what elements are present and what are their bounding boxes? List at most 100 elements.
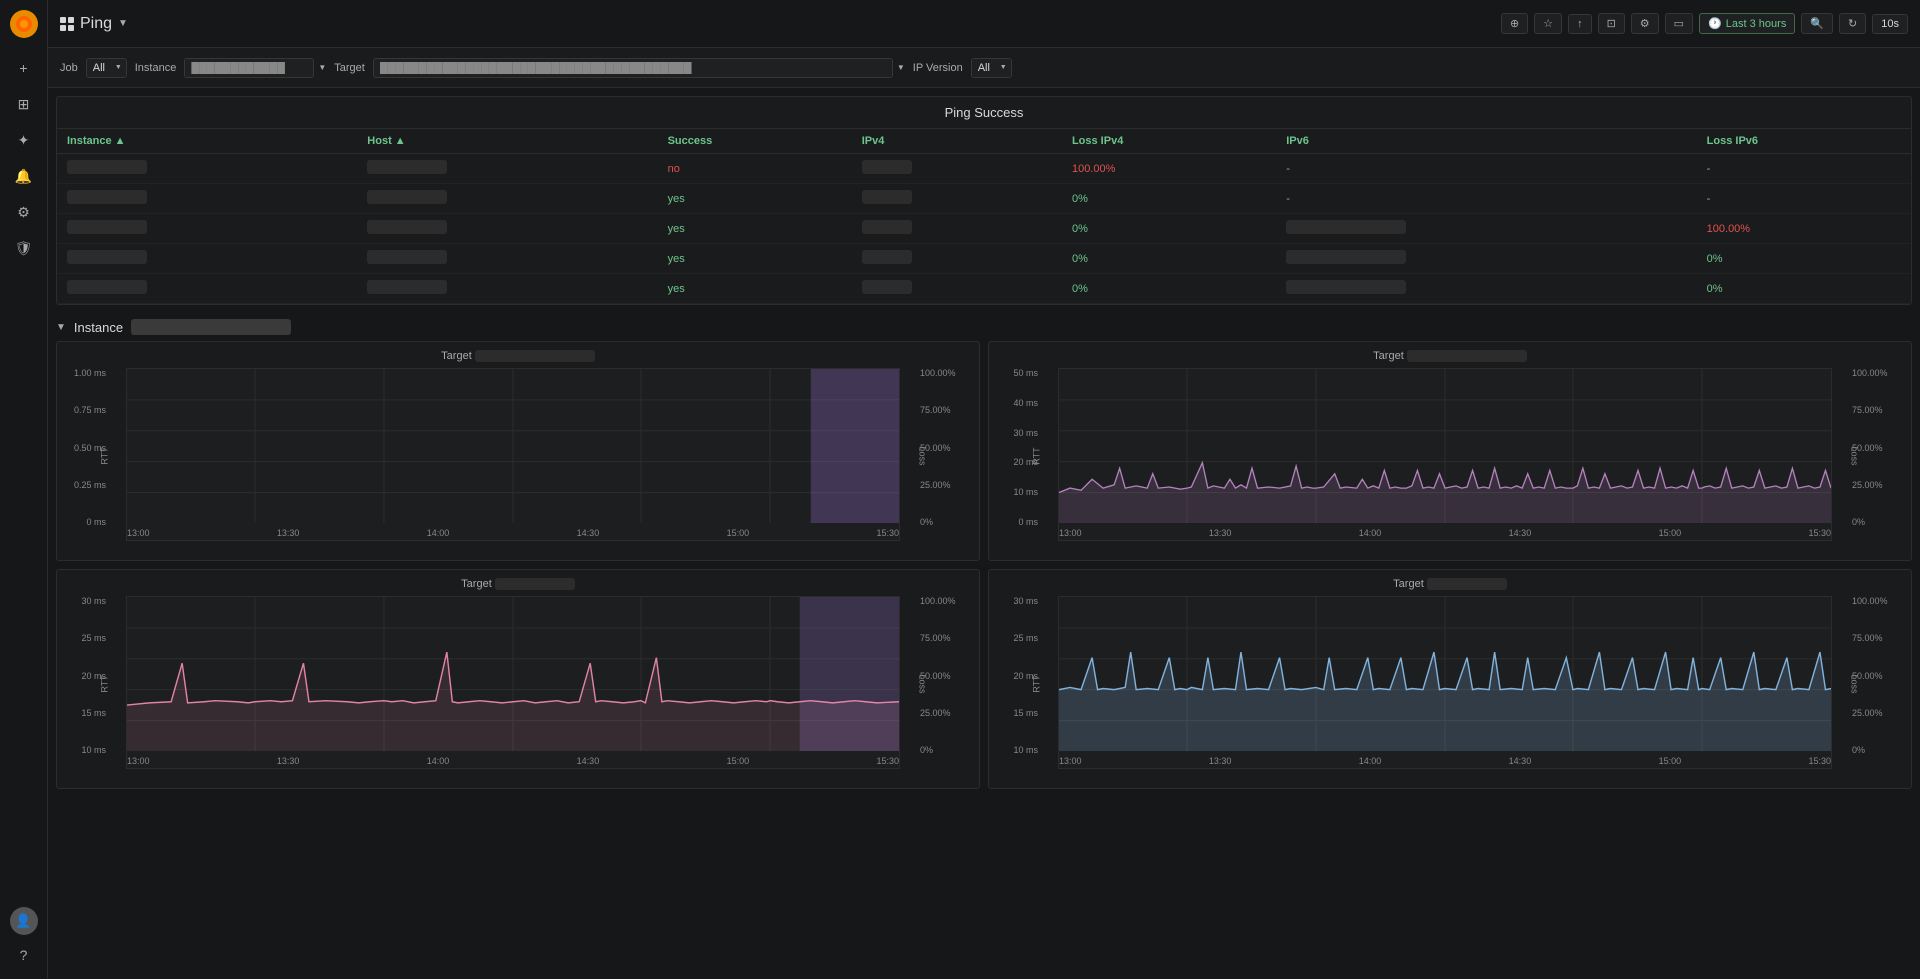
job-select[interactable]: All — [86, 58, 127, 78]
job-label: Job — [60, 62, 78, 74]
cell-loss-ipv4: 0% — [1062, 214, 1276, 244]
topbar-actions: ⊕ ☆ ↑ ⊡ ⚙ ▭ 🕐 Last 3 hours 🔍 ↻ 10s — [1501, 13, 1908, 34]
instance-section-label: Instance — [74, 320, 123, 335]
col-loss-ipv6[interactable]: Loss IPv6 — [1697, 129, 1911, 154]
cell-loss-ipv6: - — [1697, 184, 1911, 214]
zoom-button[interactable]: 🔍 — [1801, 13, 1833, 34]
topbar: Ping ▼ ⊕ ☆ ↑ ⊡ ⚙ ▭ 🕐 Last 3 hours 🔍 ↻ 10… — [48, 0, 1920, 48]
chart-2-rtt-label: RTT — [1032, 447, 1042, 464]
chart-1-title: Target — [65, 350, 971, 362]
cell-instance — [57, 184, 357, 214]
interval-label: 10s — [1881, 18, 1899, 30]
col-ipv4[interactable]: IPv4 — [852, 129, 1062, 154]
chart-2-container: 50 ms 40 ms 30 ms 20 ms 10 ms 0 ms RTT — [997, 368, 1903, 543]
ip-version-select[interactable]: All — [971, 58, 1012, 78]
cell-loss-ipv6: 0% — [1697, 244, 1911, 274]
cell-instance — [57, 244, 357, 274]
app-logo[interactable] — [8, 8, 40, 40]
cell-ipv6 — [1276, 244, 1696, 274]
cell-ipv4 — [852, 244, 1062, 274]
chart-4-area: 13:00 13:30 14:00 14:30 15:00 15:30 — [1058, 596, 1832, 769]
refresh-button[interactable]: ↻ — [1839, 13, 1866, 34]
ip-version-label: IP Version — [913, 62, 963, 74]
ping-success-panel: Ping Success Instance ▲ Host ▲ Success I… — [56, 96, 1912, 305]
cell-loss-ipv6: 100.00% — [1697, 214, 1911, 244]
star-button[interactable]: ☆ — [1534, 13, 1562, 34]
cell-instance — [57, 214, 357, 244]
table-row: yes 0% - - — [57, 184, 1911, 214]
interval-button[interactable]: 10s — [1872, 14, 1908, 34]
instance-input[interactable] — [184, 58, 314, 78]
chart-4-wrapper: RTT — [1042, 596, 1848, 771]
instance-name — [131, 319, 291, 335]
time-range-label: Last 3 hours — [1726, 18, 1787, 30]
chart-2-title: Target — [997, 350, 1903, 362]
chart-4-x-labels: 13:00 13:30 14:00 14:30 15:00 15:30 — [1059, 754, 1831, 768]
cell-success: no — [658, 154, 852, 184]
cell-host — [357, 154, 657, 184]
playlist-button[interactable]: ⊡ — [1598, 13, 1625, 34]
charts-grid: Target 1.00 ms 0.75 ms 0.50 ms 0.25 ms 0… — [56, 341, 1912, 789]
chart-1-area: 13:00 13:30 14:00 14:30 15:00 15:30 — [126, 368, 900, 541]
chart-panel-1: Target 1.00 ms 0.75 ms 0.50 ms 0.25 ms 0… — [56, 341, 980, 561]
cell-host — [357, 184, 657, 214]
chart-2-area: 13:00 13:30 14:00 14:30 15:00 15:30 — [1058, 368, 1832, 541]
grid-icon — [60, 17, 74, 31]
col-instance[interactable]: Instance ▲ — [57, 129, 357, 154]
sidebar-gear-icon[interactable]: ⚙ — [8, 196, 40, 228]
chart-2-wrapper: RTT — [1042, 368, 1848, 543]
table-row: yes 0% 100.00% — [57, 214, 1911, 244]
chart-panel-2: Target 50 ms 40 ms 30 ms 20 ms 10 ms 0 m… — [988, 341, 1912, 561]
job-select-wrap: All — [86, 58, 127, 78]
chart-3-target-blur — [495, 578, 575, 590]
title-dropdown-icon[interactable]: ▼ — [118, 18, 128, 29]
sidebar-plus-icon[interactable]: + — [8, 52, 40, 84]
col-loss-ipv4[interactable]: Loss IPv4 — [1062, 129, 1276, 154]
ping-success-title: Ping Success — [57, 97, 1911, 129]
cell-ipv4 — [852, 184, 1062, 214]
cell-ipv6: - — [1276, 184, 1696, 214]
time-range-button[interactable]: 🕐 Last 3 hours — [1699, 13, 1795, 34]
col-ipv6[interactable]: IPv6 — [1276, 129, 1696, 154]
col-host[interactable]: Host ▲ — [357, 129, 657, 154]
sidebar-dashboard-icon[interactable]: ⊞ — [8, 88, 40, 120]
target-dropdown-icon[interactable]: ▼ — [897, 63, 905, 72]
dashboard-title: Ping ▼ — [60, 15, 128, 33]
main-content: Ping ▼ ⊕ ☆ ↑ ⊡ ⚙ ▭ 🕐 Last 3 hours 🔍 ↻ 10… — [48, 0, 1920, 979]
cell-success: yes — [658, 274, 852, 304]
add-panel-button[interactable]: ⊕ — [1501, 13, 1528, 34]
chart-1-loss-label: Loss — [917, 446, 927, 465]
cell-success: yes — [658, 214, 852, 244]
target-input[interactable] — [373, 58, 893, 78]
instance-dropdown-icon[interactable]: ▼ — [318, 63, 326, 72]
collapse-icon[interactable]: ▼ — [56, 322, 66, 333]
help-icon[interactable]: ? — [8, 939, 40, 971]
col-success[interactable]: Success — [658, 129, 852, 154]
chart-1-rtt-label: RTT — [100, 447, 110, 464]
sidebar-explore-icon[interactable]: ✦ — [8, 124, 40, 156]
ip-version-select-wrap: All — [971, 58, 1012, 78]
chart-4-loss-label: Loss — [1849, 674, 1859, 693]
instance-section-header: ▼ Instance — [56, 313, 1912, 341]
chart-2-loss-label: Loss — [1849, 446, 1859, 465]
content-area: Ping Success Instance ▲ Host ▲ Success I… — [48, 88, 1920, 979]
share-button[interactable]: ↑ — [1568, 14, 1592, 34]
user-avatar[interactable]: 👤 — [10, 907, 38, 935]
cell-ipv4 — [852, 274, 1062, 304]
cell-ipv6: - — [1276, 154, 1696, 184]
chart-3-wrapper: RTT — [110, 596, 916, 771]
chart-4-title: Target — [997, 578, 1903, 590]
cell-instance — [57, 274, 357, 304]
sidebar-bell-icon[interactable]: 🔔 — [8, 160, 40, 192]
cell-success: yes — [658, 244, 852, 274]
sidebar: + ⊞ ✦ 🔔 ⚙ 🛡 👤 ? — [0, 0, 48, 979]
chart-1-container: 1.00 ms 0.75 ms 0.50 ms 0.25 ms 0 ms RTT — [65, 368, 971, 543]
chart-1-target-blur — [475, 350, 595, 362]
tv-mode-button[interactable]: ▭ — [1665, 13, 1693, 34]
title-text: Ping — [80, 15, 112, 33]
chart-1-wrapper: RTT — [110, 368, 916, 543]
cell-loss-ipv6: 0% — [1697, 274, 1911, 304]
cell-ipv4 — [852, 154, 1062, 184]
sidebar-shield-icon[interactable]: 🛡 — [8, 232, 40, 264]
settings-button[interactable]: ⚙ — [1631, 13, 1659, 34]
